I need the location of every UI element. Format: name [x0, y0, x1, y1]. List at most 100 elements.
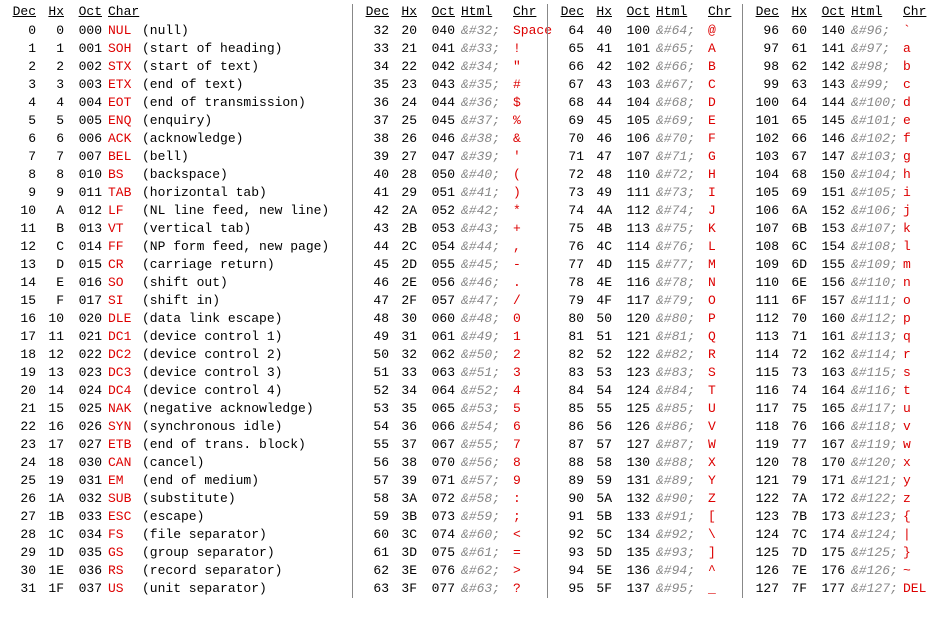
- table-row: 422A052&#42;*: [359, 202, 543, 220]
- cell-html: &#99;: [851, 76, 903, 94]
- cell-html: &#114;: [851, 346, 903, 364]
- cell-dec: 114: [749, 346, 785, 364]
- cell-chr: ^: [708, 562, 738, 580]
- cell-dec: 119: [749, 436, 785, 454]
- table-row: 9660140&#96;`: [749, 22, 933, 40]
- cell-oct: 000: [68, 22, 108, 40]
- cell-dec: 93: [554, 544, 590, 562]
- cell-hx: 78: [785, 454, 811, 472]
- cell-dec: 20: [6, 382, 42, 400]
- cell-dec: 33: [359, 40, 395, 58]
- cell-sym: SOH: [108, 40, 142, 58]
- cell-hx: 1F: [42, 580, 68, 598]
- cell-dec: 104: [749, 166, 785, 184]
- table-row: 593B073&#59;;: [359, 508, 543, 526]
- cell-chr: N: [708, 274, 738, 292]
- cell-hx: 4F: [590, 292, 616, 310]
- cell-desc: (device control 2): [142, 346, 348, 364]
- cell-oct: 103: [616, 76, 656, 94]
- cell-desc: (end of trans. block): [142, 436, 348, 454]
- cell-oct: 037: [68, 580, 108, 598]
- cell-oct: 152: [811, 202, 851, 220]
- cell-html: &#86;: [656, 418, 708, 436]
- cell-html: &#104;: [851, 166, 903, 184]
- table-row: 8959131&#89;Y: [554, 472, 738, 490]
- cell-hx: 2A: [395, 202, 421, 220]
- cell-html: &#83;: [656, 364, 708, 382]
- cell-dec: 19: [6, 364, 42, 382]
- cell-html: &#85;: [656, 400, 708, 418]
- cell-dec: 118: [749, 418, 785, 436]
- table-row: 2216026SYN(synchronous idle): [6, 418, 348, 436]
- cell-dec: 82: [554, 346, 590, 364]
- cell-dec: 127: [749, 580, 785, 598]
- table-row: 11876166&#118;v: [749, 418, 933, 436]
- cell-sym: DLE: [108, 310, 142, 328]
- table-row: 8757127&#87;W: [554, 436, 738, 454]
- cell-hx: 1D: [42, 544, 68, 562]
- cell-oct: 024: [68, 382, 108, 400]
- cell-dec: 48: [359, 310, 395, 328]
- table-row: 1913023DC3(device control 3): [6, 364, 348, 382]
- cell-oct: 010: [68, 166, 108, 184]
- cell-chr: U: [708, 400, 738, 418]
- cell-hx: 45: [590, 112, 616, 130]
- cell-chr: >: [513, 562, 543, 580]
- table-row: 8454124&#84;T: [554, 382, 738, 400]
- cell-desc: (data link escape): [142, 310, 348, 328]
- cell-oct: 116: [616, 274, 656, 292]
- cell-oct: 163: [811, 364, 851, 382]
- cell-oct: 145: [811, 112, 851, 130]
- cell-html: &#62;: [461, 562, 513, 580]
- cell-chr: |: [903, 526, 933, 544]
- cell-html: &#79;: [656, 292, 708, 310]
- col2-header: Dec Hx Oct Html Chr: [359, 4, 543, 22]
- cell-oct: 065: [421, 400, 461, 418]
- cell-chr: ': [513, 148, 543, 166]
- cell-oct: 004: [68, 94, 108, 112]
- cell-desc: (negative acknowledge): [142, 400, 348, 418]
- cell-dec: 12: [6, 238, 42, 256]
- cell-sym: LF: [108, 202, 142, 220]
- table-row: 784E116&#78;N: [554, 274, 738, 292]
- cell-chr: DEL: [903, 580, 933, 598]
- cell-hx: 2: [42, 58, 68, 76]
- table-row: 2519031EM(end of medium): [6, 472, 348, 490]
- cell-oct: 164: [811, 382, 851, 400]
- cell-oct: 023: [68, 364, 108, 382]
- cell-hx: C: [42, 238, 68, 256]
- cell-chr: m: [903, 256, 933, 274]
- hdr-hx: Hx: [395, 4, 421, 19]
- cell-hx: 57: [590, 436, 616, 454]
- cell-html: &#124;: [851, 526, 903, 544]
- cell-dec: 102: [749, 130, 785, 148]
- cell-hx: 7B: [785, 508, 811, 526]
- cell-hx: 48: [590, 166, 616, 184]
- cell-dec: 92: [554, 526, 590, 544]
- table-row: 66006ACK(acknowledge): [6, 130, 348, 148]
- cell-oct: 015: [68, 256, 108, 274]
- cell-hx: 4: [42, 94, 68, 112]
- cell-html: &#66;: [656, 58, 708, 76]
- cell-html: &#92;: [656, 526, 708, 544]
- table-row: 925C134&#92;\: [554, 526, 738, 544]
- cell-dec: 44: [359, 238, 395, 256]
- cell-oct: 062: [421, 346, 461, 364]
- cell-desc: (escape): [142, 508, 348, 526]
- cell-oct: 140: [811, 22, 851, 40]
- hdr-chr: Chr: [708, 4, 738, 19]
- cell-hx: 1C: [42, 526, 68, 544]
- cell-sym: CAN: [108, 454, 142, 472]
- cell-chr: V: [708, 418, 738, 436]
- cell-dec: 22: [6, 418, 42, 436]
- cell-dec: 2: [6, 58, 42, 76]
- table-row: 452D055&#45;-: [359, 256, 543, 274]
- cell-chr: d: [903, 94, 933, 112]
- table-row: 4830060&#48;0: [359, 310, 543, 328]
- table-row: 44004EOT(end of transmission): [6, 94, 348, 112]
- cell-hx: 4B: [590, 220, 616, 238]
- cell-html: &#117;: [851, 400, 903, 418]
- cell-hx: 16: [42, 418, 68, 436]
- cell-dec: 26: [6, 490, 42, 508]
- cell-oct: 170: [811, 454, 851, 472]
